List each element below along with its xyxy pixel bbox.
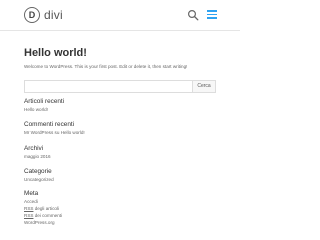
meta-rss-comments-link[interactable]: RSS dei commenti bbox=[24, 212, 216, 219]
search-icon[interactable] bbox=[187, 9, 199, 21]
logo-text: divi bbox=[44, 8, 63, 22]
post-title[interactable]: Hello world! bbox=[24, 46, 216, 60]
widget-title-archives: Archivi bbox=[24, 145, 44, 152]
post-article: Hello world! Welcome to WordPress. This … bbox=[24, 46, 216, 70]
rss-entries-label: degli articoli bbox=[33, 206, 59, 211]
widget-archives: Archivi maggio 2016 bbox=[24, 145, 216, 160]
widget-title-meta: Meta bbox=[24, 190, 39, 197]
widget-categories: Categorie Uncategorized bbox=[24, 168, 216, 183]
meta-wordpress-link[interactable]: WordPress.org bbox=[24, 219, 216, 226]
widget-meta: Meta Accedi RSS degli articoli RSS dei c… bbox=[24, 190, 216, 226]
search-input[interactable] bbox=[24, 80, 192, 93]
search-form: Cerca bbox=[24, 80, 216, 93]
widget-recent-posts: Articoli recenti Hello world! bbox=[24, 98, 216, 113]
site-header: D divi bbox=[0, 0, 240, 30]
category-link[interactable]: Uncategorized bbox=[24, 176, 216, 183]
comment-connector: su bbox=[53, 130, 61, 135]
divi-logo-icon: D bbox=[24, 7, 40, 23]
meta-rss-entries-link[interactable]: RSS degli articoli bbox=[24, 205, 216, 212]
widget-recent-comments: Commenti recenti Mr WordPress su Hello w… bbox=[24, 121, 216, 136]
widget-title-recent-comments: Commenti recenti bbox=[24, 121, 75, 128]
comment-post-link[interactable]: Hello world! bbox=[61, 130, 85, 135]
rss-comments-label: dei commenti bbox=[33, 213, 63, 218]
recent-comment-item: Mr WordPress su Hello world! bbox=[24, 129, 216, 136]
comment-author-link[interactable]: Mr WordPress bbox=[24, 130, 53, 135]
meta-login-link[interactable]: Accedi bbox=[24, 198, 216, 205]
post-excerpt: Welcome to WordPress. This is your first… bbox=[24, 64, 188, 69]
widget-title-categories: Categorie bbox=[24, 168, 52, 175]
widget-title-recent-posts: Articoli recenti bbox=[24, 98, 65, 105]
hamburger-menu-icon[interactable] bbox=[207, 10, 217, 19]
site-logo[interactable]: D divi bbox=[24, 6, 63, 24]
recent-post-link[interactable]: Hello world! bbox=[24, 106, 216, 113]
archive-link[interactable]: maggio 2016 bbox=[24, 153, 216, 160]
search-button[interactable]: Cerca bbox=[192, 80, 216, 93]
